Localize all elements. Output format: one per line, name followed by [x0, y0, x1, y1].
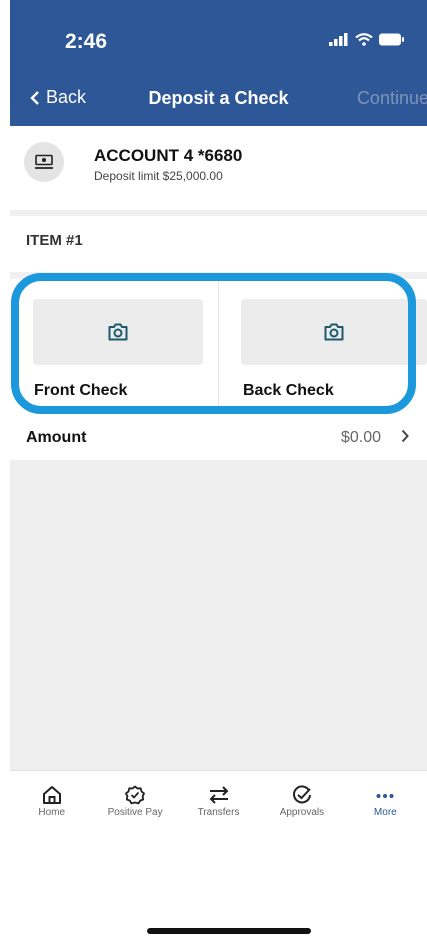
account-icon-container: [24, 142, 64, 182]
tab-label: Positive Pay: [107, 807, 163, 818]
tab-positive-pay[interactable]: Positive Pay: [93, 771, 176, 841]
content-background: [10, 460, 427, 770]
amount-row[interactable]: Amount $0.00: [10, 419, 427, 457]
account-name: ACCOUNT 4 *6680: [94, 146, 243, 165]
tab-home[interactable]: Home: [10, 771, 93, 841]
tab-bar: Home Positive Pay Transfers Approvals Mo…: [10, 770, 427, 841]
tab-label: Home: [38, 807, 66, 818]
back-check-capture[interactable]: Back Check: [218, 279, 427, 410]
deposit-limit: Deposit limit $25,000.00: [94, 169, 223, 183]
signal-icon: [329, 33, 348, 46]
back-check-label: Back Check: [243, 382, 334, 399]
transfer-arrows-icon: [209, 786, 228, 804]
tab-label: More: [373, 807, 397, 818]
chevron-right-icon: [401, 429, 409, 448]
tab-transfers[interactable]: Transfers: [177, 771, 260, 841]
front-check-thumbnail[interactable]: [33, 299, 203, 365]
wifi-icon: [355, 33, 373, 46]
continue-button[interactable]: Continue: [357, 88, 427, 109]
status-icons: [329, 33, 405, 46]
check-capture-section: Front Check Back Check: [10, 279, 427, 410]
back-check-thumbnail[interactable]: [241, 299, 427, 365]
tab-more[interactable]: More: [344, 771, 427, 841]
front-check-capture[interactable]: Front Check: [10, 279, 218, 410]
battery-icon: [379, 33, 404, 46]
amount-value: $0.00: [340, 429, 381, 446]
camera-icon: [108, 323, 128, 341]
status-time: 2:46: [65, 30, 108, 53]
front-check-label: Front Check: [34, 382, 128, 399]
section-divider: [10, 272, 427, 279]
account-row[interactable]: ACCOUNT 4 *6680 Deposit limit $25,000.00: [10, 126, 427, 211]
item-label: ITEM #1: [26, 232, 83, 249]
check-circle-icon: [292, 785, 311, 804]
app-frame: 2:46 Back Deposit a Check Continue ACCOU…: [10, 0, 427, 938]
home-icon: [42, 786, 61, 804]
section-divider: [10, 210, 427, 216]
camera-icon: [324, 323, 344, 341]
more-dots-icon: [376, 794, 394, 798]
badge-check-icon: [125, 785, 146, 805]
tab-label: Approvals: [279, 807, 325, 818]
app-header: 2:46 Back Deposit a Check Continue: [10, 0, 427, 126]
tab-approvals[interactable]: Approvals: [260, 771, 343, 841]
tab-label: Transfers: [197, 807, 240, 818]
cash-icon: [35, 154, 53, 169]
amount-label: Amount: [26, 429, 87, 446]
home-indicator[interactable]: [147, 928, 311, 934]
